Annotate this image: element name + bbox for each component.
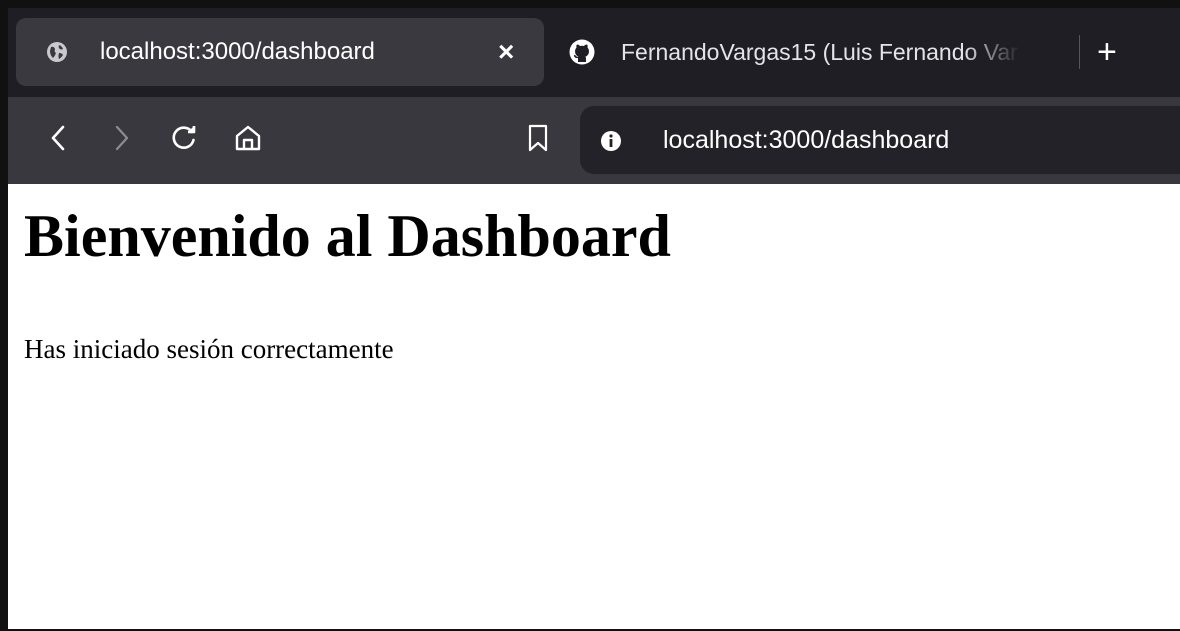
new-tab-button[interactable]: + [1097, 18, 1117, 86]
back-button[interactable] [38, 97, 78, 184]
info-icon[interactable] [600, 130, 622, 152]
home-button[interactable] [226, 97, 270, 184]
chevron-right-icon [112, 123, 132, 158]
tab-divider [1079, 35, 1080, 69]
tab-title-fade [963, 32, 1027, 72]
url-text[interactable]: localhost:3000/dashboard [663, 106, 949, 174]
reload-icon [169, 123, 199, 158]
bookmark-button[interactable] [518, 97, 558, 184]
reload-button[interactable] [162, 97, 206, 184]
tab-close-button[interactable]: × [498, 18, 514, 86]
tab-github[interactable]: FernandoVargas15 (Luis Fernando Var [563, 18, 1073, 86]
status-message: Has iniciado sesión correctamente [24, 334, 394, 364]
github-icon [569, 39, 595, 65]
browser-window: localhost:3000/dashboard × FernandoVarga… [0, 0, 1180, 631]
bookmark-icon [526, 123, 550, 158]
tab-dashboard[interactable]: localhost:3000/dashboard × [16, 18, 544, 86]
chevron-left-icon [48, 123, 68, 158]
tab-strip: localhost:3000/dashboard × FernandoVarga… [8, 8, 1180, 97]
forward-button[interactable] [102, 97, 142, 184]
home-icon [233, 123, 263, 158]
globe-icon [46, 41, 68, 63]
page-content: Bienvenido al Dashboard Has iniciado ses… [8, 184, 1180, 629]
address-bar[interactable]: localhost:3000/dashboard [580, 106, 1180, 174]
tab-title: localhost:3000/dashboard [100, 38, 375, 65]
page-title: Bienvenido al Dashboard [24, 203, 671, 269]
